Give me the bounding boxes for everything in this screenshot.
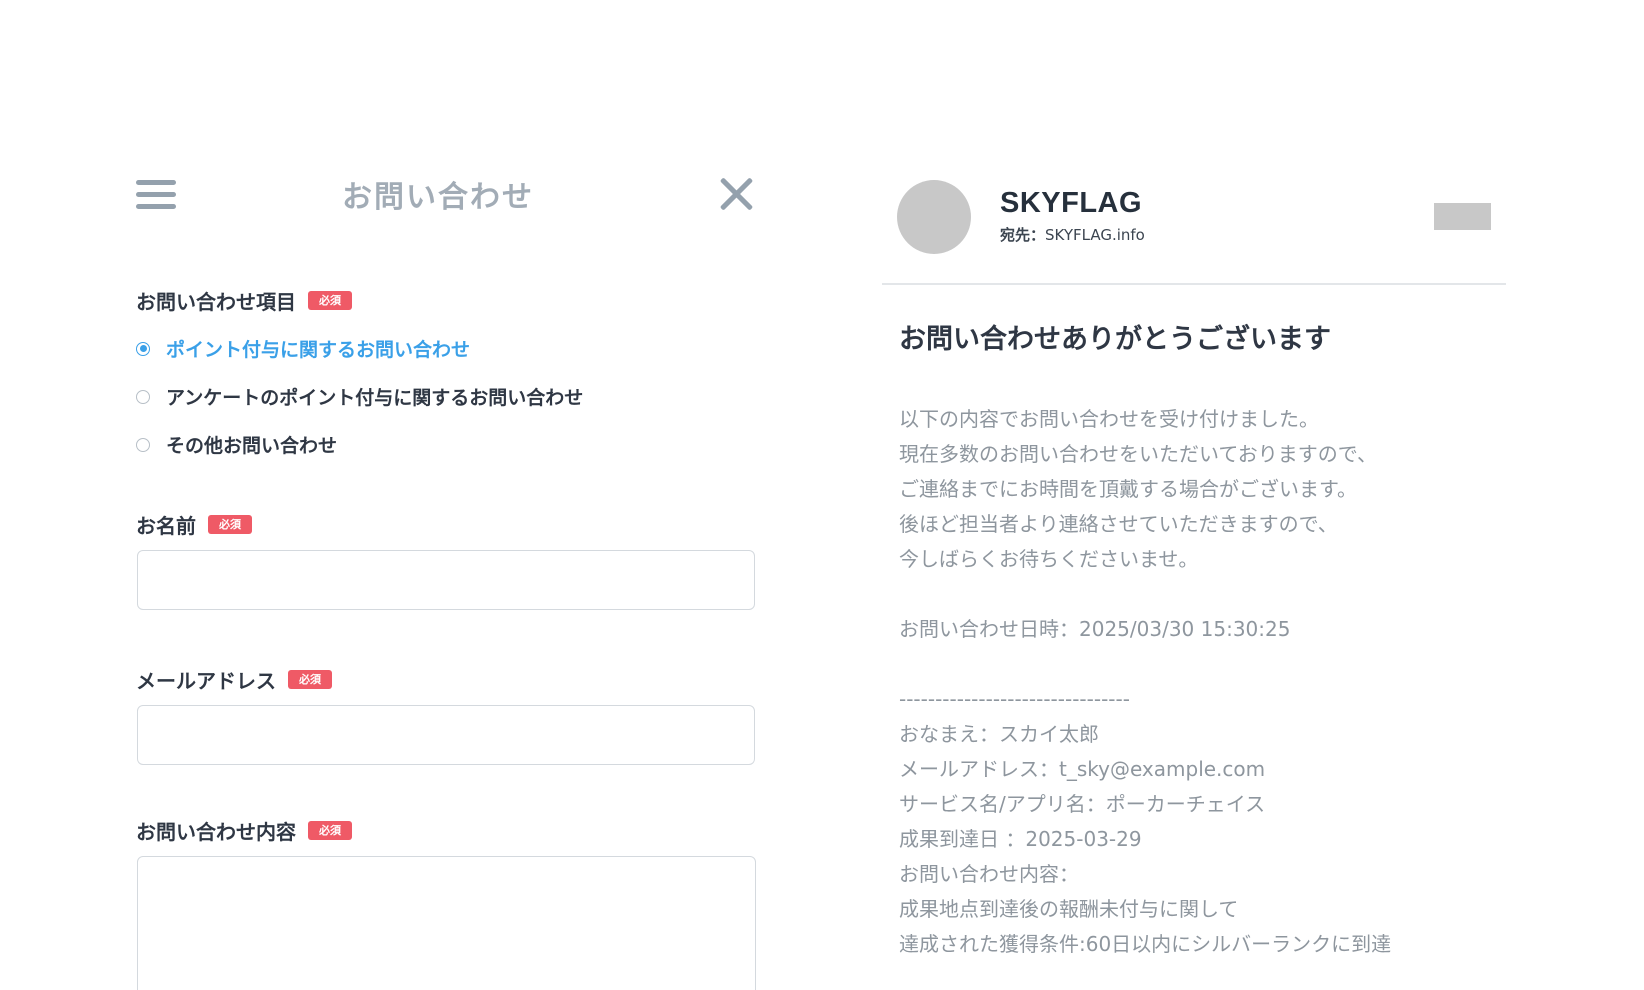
recipient-address: SKYFLAG.info bbox=[1045, 226, 1145, 244]
mail-body-line: お問い合わせ内容： bbox=[899, 862, 1079, 886]
radio-option-label: アンケートのポイント付与に関するお問い合わせ bbox=[166, 387, 584, 409]
radio-option-survey-point[interactable]: アンケートのポイント付与に関するお問い合わせ bbox=[136, 383, 583, 410]
mail-body-line: 以下の内容でお問い合わせを受け付けました。 bbox=[899, 407, 1319, 431]
mail-body-line: 達成された獲得条件:60日以内にシルバーランクに到達 bbox=[899, 932, 1392, 956]
header-action-placeholder bbox=[1434, 203, 1491, 230]
recipient-label: 宛先： bbox=[1000, 226, 1046, 244]
mail-body-line: ご連絡までにお時間を頂戴する場合がございます。 bbox=[899, 477, 1357, 501]
mail-body-line: おなまえ：スカイ太郎 bbox=[899, 722, 1099, 746]
mail-body-line: -------------------------------- bbox=[899, 687, 1130, 711]
mail-body-line: 現在多数のお問い合わせをいただいておりますので、 bbox=[899, 442, 1377, 466]
mail-body: 以下の内容でお問い合わせを受け付けました。現在多数のお問い合わせをいただいており… bbox=[899, 402, 1519, 962]
radio-selected-icon[interactable] bbox=[136, 341, 150, 356]
name-label: お名前 必須 bbox=[136, 510, 252, 539]
mail-body-line: サービス名/アプリ名：ポーカーチェイス bbox=[899, 792, 1266, 816]
divider bbox=[882, 283, 1506, 285]
contact-form-panel: お問い合わせ お問い合わせ項目 必須 ポイント付与に関するお問い合わせ アンケー… bbox=[0, 0, 800, 990]
required-badge: 必須 bbox=[308, 291, 352, 310]
mail-body-line: お問い合わせ日時：2025/03/30 15:30:25 bbox=[899, 617, 1291, 641]
close-icon[interactable] bbox=[718, 176, 754, 212]
message-textarea[interactable] bbox=[137, 856, 756, 990]
email-input[interactable] bbox=[137, 705, 755, 765]
recipient-line: 宛先：SKYFLAG.info bbox=[1000, 224, 1145, 245]
message-label: お問い合わせ内容 必須 bbox=[136, 816, 352, 845]
required-badge: 必須 bbox=[288, 670, 332, 689]
radio-option-label: その他お問い合わせ bbox=[166, 435, 338, 457]
mail-body-line: 成果到達日 ：2025-03-29 bbox=[899, 827, 1142, 851]
sender-avatar bbox=[897, 180, 971, 254]
hamburger-menu-icon[interactable] bbox=[136, 180, 176, 210]
required-badge: 必須 bbox=[308, 821, 352, 840]
required-badge: 必須 bbox=[208, 515, 252, 534]
mail-body-line: 今しばらくお待ちくださいませ。 bbox=[899, 547, 1199, 571]
mail-body-line: 後ほど担当者より連絡させていただきますので、 bbox=[899, 512, 1338, 536]
radio-option-point-grant[interactable]: ポイント付与に関するお問い合わせ bbox=[136, 335, 470, 362]
radio-unselected-icon[interactable] bbox=[136, 437, 150, 452]
mail-body-blank-line bbox=[899, 647, 1519, 682]
email-label: メールアドレス 必須 bbox=[136, 665, 332, 694]
email-preview-panel: SKYFLAG 宛先：SKYFLAG.info お問い合わせありがとうございます… bbox=[880, 0, 1644, 990]
mail-body-line: 成果地点到達後の報酬未付与に関して bbox=[899, 897, 1239, 921]
radio-unselected-icon[interactable] bbox=[136, 389, 150, 404]
radio-option-label: ポイント付与に関するお問い合わせ bbox=[166, 339, 471, 361]
inquiry-type-label: お問い合わせ項目 必須 bbox=[136, 286, 352, 315]
mail-body-blank-line bbox=[899, 577, 1519, 612]
form-title: お問い合わせ bbox=[342, 180, 534, 215]
name-input[interactable] bbox=[137, 550, 755, 610]
radio-option-other[interactable]: その他お問い合わせ bbox=[136, 431, 337, 458]
mail-subject: お問い合わせありがとうございます bbox=[899, 324, 1331, 355]
sender-name: SKYFLAG bbox=[1000, 187, 1143, 219]
mail-body-line: メールアドレス：t_sky@example.com bbox=[899, 757, 1266, 781]
